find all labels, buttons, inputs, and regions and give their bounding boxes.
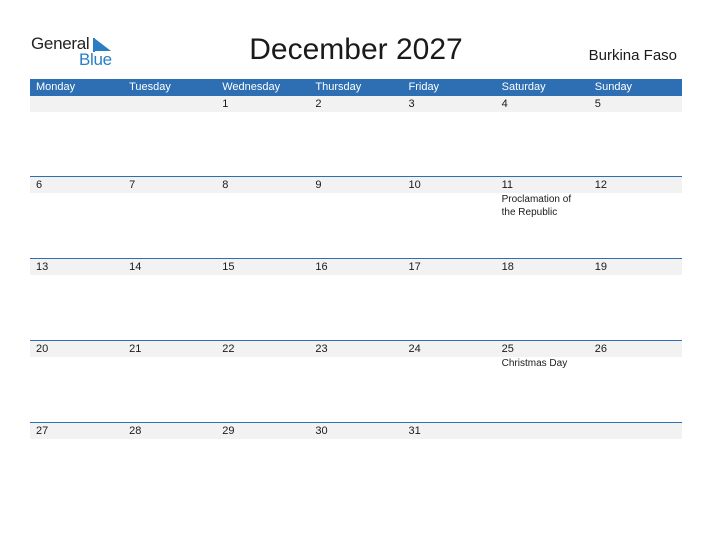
day-cell[interactable]: 19 [589,259,682,275]
holiday-event: Christmas Day [501,358,568,369]
day-cell [30,96,123,112]
day-cell[interactable]: 7 [123,177,216,193]
day-number: 12 [594,179,607,191]
week-row: 20 21 22 23 24 25 Christmas Day 26 [30,340,682,422]
day-number: 8 [222,179,229,191]
day-number: 9 [315,179,322,191]
day-number: 11 [501,179,514,191]
day-number: 20 [36,343,49,355]
day-cell[interactable]: 9 [309,177,402,193]
day-cell[interactable]: 6 [30,177,123,193]
day-number: 17 [408,261,421,273]
day-cell[interactable]: 18 [496,259,589,275]
weekday-monday: Monday [36,81,76,93]
weekday-header: Monday Tuesday Wednesday Thursday Friday… [30,79,682,96]
day-number: 31 [408,425,421,437]
day-cell [123,96,216,112]
day-number: 1 [222,98,229,110]
day-cell[interactable]: 26 [589,341,682,357]
day-number: 5 [594,98,601,110]
weekday-saturday: Saturday [501,81,546,93]
day-number: 3 [408,98,415,110]
day-cell[interactable]: 11 Proclamation of the Republic [496,177,589,218]
weekday-wednesday: Wednesday [222,81,281,93]
day-cell[interactable]: 17 [403,259,496,275]
weekday-sunday: Sunday [594,81,633,93]
day-number: 23 [315,343,328,355]
day-number: 2 [315,98,322,110]
day-cell[interactable]: 30 [309,423,402,439]
day-cell[interactable]: 29 [216,423,309,439]
day-number: 6 [36,179,43,191]
calendar-grid: Monday Tuesday Wednesday Thursday Friday… [30,79,682,504]
day-number: 7 [129,179,136,191]
day-cell[interactable]: 4 [496,96,589,112]
day-number: 29 [222,425,235,437]
week-date-band: 20 21 22 23 24 25 Christmas Day 26 [30,341,682,369]
day-cell[interactable]: 15 [216,259,309,275]
day-cell[interactable]: 1 [216,96,309,112]
week-date-band: 6 7 8 9 10 11 Proclamation of the Republic 12 [30,177,682,218]
week-date-band: 1 2 3 4 5 [30,96,682,112]
day-number: 22 [222,343,235,355]
day-number: 24 [408,343,421,355]
weekday-tuesday: Tuesday [129,81,171,93]
day-cell[interactable]: 8 [216,177,309,193]
day-cell [496,423,589,439]
day-cell[interactable]: 16 [309,259,402,275]
day-cell[interactable]: 3 [403,96,496,112]
day-number: 21 [129,343,142,355]
day-cell [589,423,682,439]
day-number: 4 [501,98,508,110]
day-number: 13 [36,261,49,273]
day-cell[interactable]: 2 [309,96,402,112]
holiday-event: Proclamation of the Republic [501,194,572,218]
day-cell[interactable]: 22 [216,341,309,357]
country-label: Burkina Faso [588,47,677,64]
week-row: 27 28 29 30 31 [30,422,682,504]
week-row: 1 2 3 4 5 [30,96,682,176]
day-cell[interactable]: 28 [123,423,216,439]
day-cell[interactable]: 24 [403,341,496,357]
day-cell[interactable]: 14 [123,259,216,275]
day-number: 26 [594,343,607,355]
day-number: 30 [315,425,328,437]
day-number: 10 [408,179,421,191]
day-cell[interactable]: 21 [123,341,216,357]
day-cell[interactable]: 10 [403,177,496,193]
day-number: 15 [222,261,235,273]
day-number: 18 [501,261,514,273]
day-cell[interactable]: 12 [589,177,682,193]
weeks-container: 1 2 3 4 5 6 7 8 9 10 11 Proclamation of the Republi… [30,96,682,504]
week-row: 6 7 8 9 10 11 Proclamation of the Republic 12 [30,176,682,258]
week-date-band: 27 28 29 30 31 [30,423,682,439]
week-date-band: 13 14 15 16 17 18 19 [30,259,682,275]
day-number: 16 [315,261,328,273]
day-cell[interactable]: 23 [309,341,402,357]
day-cell[interactable]: 31 [403,423,496,439]
week-row: 13 14 15 16 17 18 19 [30,258,682,340]
day-cell[interactable]: 25 Christmas Day [496,341,589,369]
weekday-thursday: Thursday [315,81,362,93]
day-cell[interactable]: 13 [30,259,123,275]
day-cell[interactable]: 27 [30,423,123,439]
day-number: 19 [594,261,607,273]
day-cell[interactable]: 20 [30,341,123,357]
day-number: 14 [129,261,142,273]
day-cell[interactable]: 5 [589,96,682,112]
weekday-friday: Friday [408,81,440,93]
day-number: 27 [36,425,49,437]
day-number: 28 [129,425,142,437]
day-number: 25 [501,343,514,355]
